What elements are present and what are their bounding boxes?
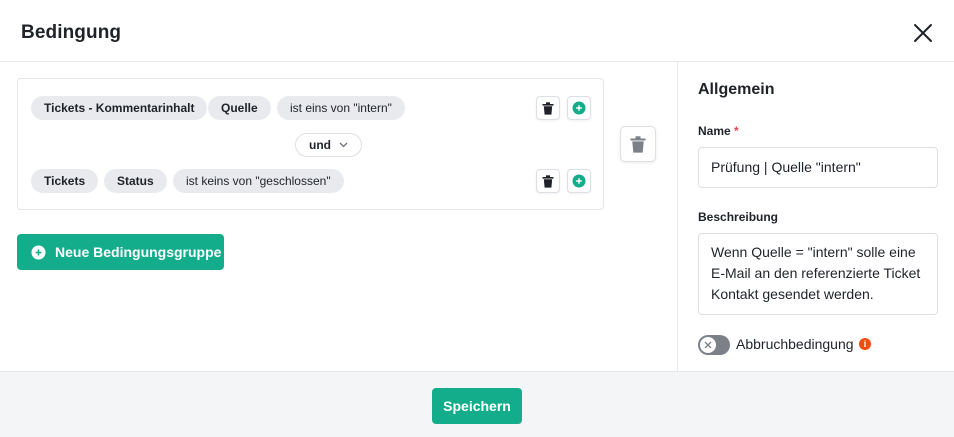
trash-icon (542, 174, 554, 188)
connector-value: und (309, 138, 331, 152)
condition-operator-chip[interactable]: ist eins von "intern" (277, 96, 405, 120)
condition-object-chip[interactable]: Tickets - Kommentarinhalt (31, 96, 208, 120)
condition-field-chip[interactable]: Quelle (208, 96, 271, 120)
add-condition-button[interactable] (567, 169, 591, 193)
abort-condition-label: Abbruchbedingung (736, 336, 854, 352)
description-textarea[interactable]: Wenn Quelle = "intern" solle eine E-Mail… (698, 233, 938, 315)
name-input[interactable]: Prüfung | Quelle "intern" (698, 147, 938, 188)
new-condition-group-label: Neue Bedingungsgruppe (55, 244, 222, 260)
delete-condition-button[interactable] (536, 96, 560, 120)
close-icon (914, 24, 932, 42)
trash-icon (630, 135, 646, 153)
abort-condition-toggle[interactable] (698, 335, 730, 355)
conditions-panel: Tickets - Kommentarinhalt Quelle ist ein… (0, 62, 677, 371)
dialog-header: Bedingung (0, 0, 954, 62)
add-condition-button[interactable] (567, 96, 591, 120)
name-label: Name * (698, 124, 739, 138)
close-button[interactable] (909, 19, 937, 47)
condition-object-chip[interactable]: Tickets (31, 169, 99, 193)
general-sidebar: Allgemein Name * Prüfung | Quelle "inter… (677, 62, 954, 371)
plus-circle-icon (572, 101, 586, 115)
save-button[interactable]: Speichern (432, 388, 522, 424)
new-condition-group-button[interactable]: Neue Bedingungsgruppe (17, 234, 224, 270)
condition-operator-chip[interactable]: ist keins von "geschlossen" (173, 169, 344, 193)
delete-group-button[interactable] (620, 126, 656, 162)
connector-select[interactable]: und (295, 133, 362, 157)
toggle-knob (700, 337, 716, 353)
name-label-text: Name (698, 124, 731, 138)
x-icon (704, 341, 712, 349)
description-label: Beschreibung (698, 210, 779, 224)
plus-circle-icon (31, 245, 46, 259)
dialog-footer: Speichern (0, 371, 954, 437)
trash-icon (542, 101, 554, 115)
condition-group: Tickets - Kommentarinhalt Quelle ist ein… (17, 78, 604, 210)
sidebar-title: Allgemein (698, 81, 775, 98)
plus-circle-icon (572, 174, 586, 188)
condition-field-chip[interactable]: Status (104, 169, 167, 193)
delete-condition-button[interactable] (536, 169, 560, 193)
required-mark: * (734, 124, 739, 138)
dialog-title: Bedingung (21, 22, 122, 43)
chevron-down-icon (339, 142, 348, 148)
info-icon-glyph: i (863, 339, 867, 349)
info-icon[interactable]: i (859, 338, 871, 350)
